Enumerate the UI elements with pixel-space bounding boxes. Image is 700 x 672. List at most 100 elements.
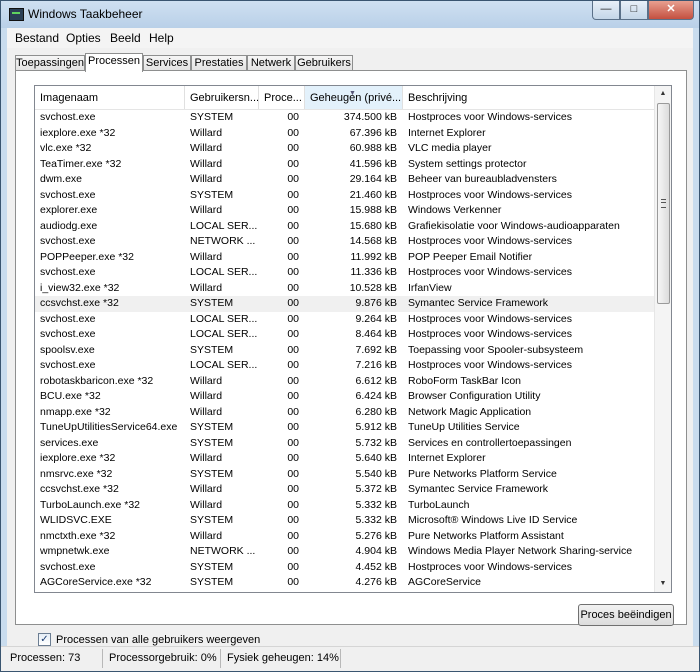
table-row[interactable]: BCU.exe *32 Willard 00 6.424 kB Browser Conf… — [35, 389, 655, 405]
process-memory: 21.460 kB — [349, 188, 397, 201]
end-process-button[interactable]: Proces beëindigen — [578, 604, 674, 626]
process-description: Symantec Service Framework — [408, 297, 549, 309]
process-description: Internet Explorer — [408, 452, 486, 464]
menu-bestand[interactable]: Bestand — [15, 31, 59, 45]
column-header-processor[interactable]: Proce... — [259, 86, 305, 109]
table-row[interactable]: svchost.exe LOCAL SER... 00 7.216 kB Hostpro… — [35, 358, 655, 374]
table-row[interactable]: TuneUpUtilitiesService64.exe SYSTEM 00 5.91… — [35, 420, 655, 436]
show-all-users-checkbox[interactable]: ✓ — [38, 633, 51, 646]
vertical-scrollbar[interactable]: ▲ ▼ — [654, 86, 671, 592]
table-row[interactable]: robotaskbaricon.exe *32 Willard 00 6.612 kB… — [35, 374, 655, 390]
process-user-name: Willard — [190, 204, 223, 216]
menu-help[interactable]: Help — [149, 31, 174, 45]
process-image-name: svchost.exe — [40, 266, 96, 278]
tab-netwerk[interactable]: Netwerk — [247, 55, 295, 71]
process-image-name: svchost.exe — [40, 359, 96, 371]
column-header-gebruikersnaam[interactable]: Gebruikersn... — [185, 86, 259, 109]
tab-gebruikers[interactable]: Gebruikers — [295, 55, 353, 71]
tab-services[interactable]: Services — [143, 55, 191, 71]
table-row[interactable]: svchost.exe NETWORK ... 00 14.568 kB Hostpro… — [35, 234, 655, 250]
table-row[interactable]: wmpnetwk.exe NETWORK ... 00 4.904 kB Windows… — [35, 544, 655, 560]
table-row[interactable]: iexplore.exe *32 Willard 00 5.640 kB Interne… — [35, 451, 655, 467]
table-row[interactable]: svchost.exe LOCAL SER... 00 11.336 kB Hostpr… — [35, 265, 655, 281]
process-description: Hostproces voor Windows-services — [408, 188, 572, 201]
process-user-name: LOCAL SER... — [190, 359, 258, 371]
table-row[interactable]: svchost.exe SYSTEM 00 4.452 kB Hostproces vo… — [35, 560, 655, 576]
table-row[interactable]: i_view32.exe *32 Willard 00 10.528 kB IrfanV… — [35, 281, 655, 297]
menu-beeld[interactable]: Beeld — [110, 31, 141, 45]
process-image-name: ccsvchst.exe *32 — [40, 483, 119, 495]
column-header-beschrijving[interactable]: Beschrijving — [403, 86, 655, 109]
process-cpu: 00 — [287, 436, 299, 449]
process-image-name: TurboLaunch.exe *32 — [40, 498, 141, 511]
table-row[interactable]: ccsvchst.exe *32 SYSTEM 00 9.876 kB Symantec… — [35, 296, 655, 312]
table-row[interactable]: explorer.exe Willard 00 15.988 kB Windows Ve… — [35, 203, 655, 219]
table-row[interactable]: services.exe SYSTEM 00 5.732 kB Services en … — [35, 436, 655, 452]
process-user-name: SYSTEM — [190, 514, 234, 526]
process-memory: 8.464 kB — [355, 328, 397, 340]
process-memory: 41.596 kB — [349, 157, 397, 170]
table-row[interactable]: dwm.exe Willard 00 29.164 kB Beheer van bure… — [35, 172, 655, 188]
scroll-down-icon[interactable]: ▼ — [655, 576, 671, 592]
task-manager-icon — [9, 8, 24, 21]
process-description: Windows Verkenner — [408, 204, 502, 216]
table-row[interactable]: AGCoreService.exe *32 SYSTEM 00 4.276 kB AGC… — [35, 575, 655, 591]
table-row[interactable]: vlc.exe *32 Willard 00 60.988 kB VLC media p… — [35, 141, 655, 157]
process-cpu: 00 — [287, 312, 299, 325]
table-row[interactable]: svchost.exe SYSTEM 00 21.460 kB Hostproces v… — [35, 188, 655, 204]
table-row[interactable]: POPPeeper.exe *32 Willard 00 11.992 kB POP P… — [35, 250, 655, 266]
process-description: Pure Networks Platform Assistant — [408, 529, 564, 542]
process-description: VLC media player — [408, 142, 492, 154]
table-row[interactable]: WLIDSVC.EXE SYSTEM 00 5.332 kB Microsoft® Wi… — [35, 513, 655, 529]
process-image-name: svchost.exe — [40, 111, 96, 123]
process-memory: 5.912 kB — [355, 421, 397, 433]
tab-toepassingen[interactable]: Toepassingen — [15, 55, 85, 71]
maximize-button[interactable]: □ — [620, 1, 648, 20]
table-row[interactable]: svchost.exe LOCAL SER... 00 9.264 kB Hostpro… — [35, 312, 655, 328]
title-bar[interactable]: Windows Taakbeheer — □ ✕ — [1, 1, 699, 28]
tab-prestaties[interactable]: Prestaties — [191, 55, 247, 71]
scroll-thumb[interactable] — [657, 103, 670, 304]
process-image-name: svchost.exe — [40, 328, 96, 340]
process-memory: 5.276 kB — [355, 529, 397, 542]
tab-processen[interactable]: Processen — [85, 53, 143, 72]
process-memory: 9.264 kB — [355, 312, 397, 325]
process-description: TurboLaunch — [408, 498, 470, 511]
process-description: Hostproces voor Windows-services — [408, 111, 572, 123]
process-description: Hostproces voor Windows-services — [408, 560, 572, 573]
column-header-geheugen[interactable]: ▼ Geheugen (privé... — [305, 86, 403, 109]
show-all-users-row[interactable]: ✓ Processen van alle gebruikers weergeve… — [38, 633, 260, 646]
status-cpu: Processorgebruik: 0% — [109, 652, 217, 664]
table-row[interactable]: nmapp.exe *32 Willard 00 6.280 kB Network Ma… — [35, 405, 655, 421]
process-image-name: TeaTimer.exe *32 — [40, 157, 122, 170]
table-row[interactable]: spoolsv.exe SYSTEM 00 7.692 kB Toepassing vo… — [35, 343, 655, 359]
process-user-name: Willard — [190, 390, 223, 402]
table-row[interactable]: TeaTimer.exe *32 Willard 00 41.596 kB System… — [35, 157, 655, 173]
process-cpu: 00 — [287, 219, 299, 232]
process-description: Grafiekisolatie voor Windows-audioappara… — [408, 219, 620, 232]
table-row[interactable]: svchost.exe SYSTEM 00 374.500 kB Hostproces … — [35, 110, 655, 126]
table-row[interactable]: audiodg.exe LOCAL SER... 00 15.680 kB Grafie… — [35, 219, 655, 235]
minimize-button[interactable]: — — [592, 1, 620, 20]
menu-opties[interactable]: Opties — [66, 31, 101, 45]
process-image-name: robotaskbaricon.exe *32 — [40, 374, 154, 387]
process-memory: 67.396 kB — [349, 126, 397, 139]
table-row[interactable]: ccsvchst.exe *32 Willard 00 5.372 kB Symante… — [35, 482, 655, 498]
minimize-icon: — — [600, 3, 612, 15]
scroll-up-icon[interactable]: ▲ — [655, 86, 671, 102]
table-row[interactable]: iexplore.exe *32 Willard 00 67.396 kB Intern… — [35, 126, 655, 142]
table-row[interactable]: nmctxth.exe *32 Willard 00 5.276 kB Pure Net… — [35, 529, 655, 545]
table-row[interactable]: TurboLaunch.exe *32 Willard 00 5.332 kB Turb… — [35, 498, 655, 514]
close-button[interactable]: ✕ — [648, 1, 694, 20]
table-row[interactable]: nmsrvc.exe *32 SYSTEM 00 5.540 kB Pure Netwo… — [35, 467, 655, 483]
process-list[interactable]: Imagenaam Gebruikersn... Proce... ▼ Geheu… — [34, 85, 672, 593]
process-cpu: 00 — [287, 328, 299, 340]
table-row[interactable]: svchost.exe LOCAL SER... 00 8.464 kB Hostpro… — [35, 327, 655, 343]
column-header-imagenaam[interactable]: Imagenaam — [35, 86, 185, 109]
process-image-name: i_view32.exe *32 — [40, 281, 120, 294]
process-description: POP Peeper Email Notifier — [408, 250, 533, 263]
processes-panel: Imagenaam Gebruikersn... Proce... ▼ Geheu… — [15, 70, 687, 646]
process-cpu: 00 — [287, 421, 299, 433]
process-memory: 5.732 kB — [355, 436, 397, 449]
process-cpu: 00 — [287, 514, 299, 526]
